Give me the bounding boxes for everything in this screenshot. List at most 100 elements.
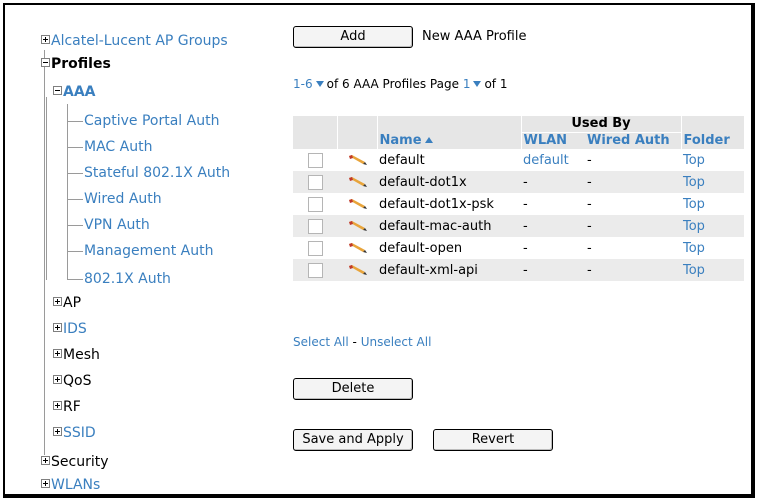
row-checkbox[interactable] <box>307 152 323 168</box>
tree-connector <box>44 65 45 455</box>
profile-name: default-mac-auth <box>377 215 521 237</box>
tree-item-security[interactable]: Security <box>41 454 109 471</box>
tree-item-ssid[interactable]: SSID <box>53 425 96 442</box>
table-row: default default - Top <box>293 149 744 171</box>
tree-connector <box>46 97 47 280</box>
wired-auth-value: - <box>587 152 592 168</box>
row-checkbox[interactable] <box>307 196 323 212</box>
row-checkbox[interactable] <box>307 218 323 234</box>
tree-connector <box>67 225 83 226</box>
edit-pencil-icon[interactable] <box>347 199 367 209</box>
select-all-link[interactable]: Select All <box>293 335 349 349</box>
row-checkbox[interactable] <box>307 262 323 278</box>
wlan-value: - <box>523 240 528 256</box>
folder-link[interactable]: Top <box>681 237 744 259</box>
wired-auth-value: - <box>585 259 681 281</box>
tree-item-stateful-8021x-auth[interactable]: Stateful 802.1X Auth <box>84 165 230 182</box>
add-button[interactable]: Add <box>293 26 413 48</box>
expand-icon[interactable] <box>53 401 62 410</box>
aaa-profiles-table: Used By Name WLAN Wired Auth Folder defa… <box>293 116 744 281</box>
folder-link[interactable]: Top <box>681 149 744 171</box>
table-row: default-xml-api - - Top <box>293 259 744 281</box>
table-row: default-dot1x-psk - - Top <box>293 193 744 215</box>
sort-ascending-icon[interactable] <box>424 137 433 143</box>
tree-item-8021x-auth[interactable]: 802.1X Auth <box>84 271 171 288</box>
tree-item-wired-auth[interactable]: Wired Auth <box>84 191 162 208</box>
main-frame: Alcatel-Lucent AP Groups Profiles AAA Ca… <box>3 3 755 498</box>
tree-item-ap-groups[interactable]: Alcatel-Lucent AP Groups <box>41 33 228 50</box>
expand-icon[interactable] <box>53 375 62 384</box>
tree-item-captive-portal-auth[interactable]: Captive Portal Auth <box>84 113 219 130</box>
table-header-row: Used By <box>293 116 744 149</box>
wlan-value: - <box>521 171 585 193</box>
table-row: default-dot1x - - Top <box>293 171 744 193</box>
wired-auth-value: - <box>587 196 592 212</box>
row-checkbox[interactable] <box>307 174 323 190</box>
wlan-value: - <box>521 259 585 281</box>
tree-item-management-auth[interactable]: Management Auth <box>84 243 214 260</box>
profile-name: default <box>379 152 425 168</box>
edit-pencil-icon[interactable] <box>347 243 367 253</box>
expand-icon[interactable] <box>53 297 62 306</box>
tree-item-vpn-auth[interactable]: VPN Auth <box>84 217 150 234</box>
folder-column-header: Folder <box>680 132 744 149</box>
tree-connector <box>67 279 83 280</box>
wlan-value: - <box>521 215 585 237</box>
edit-pencil-icon[interactable] <box>347 155 367 165</box>
pager: 1-6 of 6 AAA Profiles Page 1 of 1 <box>293 77 508 91</box>
collapse-icon[interactable] <box>53 86 62 95</box>
tree-item-ap[interactable]: AP <box>53 295 81 312</box>
profile-name: default-open <box>379 240 463 256</box>
wlan-link[interactable]: default <box>521 149 585 171</box>
tree-item-wlans[interactable]: WLANs <box>41 477 100 494</box>
tree-connector <box>67 251 83 252</box>
folder-link[interactable]: Top <box>681 193 744 215</box>
profile-name: default-dot1x-psk <box>379 196 494 212</box>
name-column-header[interactable]: Name <box>377 132 522 149</box>
tree-item-profiles[interactable]: Profiles <box>41 56 111 73</box>
tree-item-aaa[interactable]: AAA <box>53 84 96 101</box>
profile-name: default-xml-api <box>377 259 521 281</box>
edit-pencil-icon[interactable] <box>347 265 367 275</box>
tree-connector <box>67 147 83 148</box>
wlan-value: - <box>523 196 528 212</box>
unselect-all-link[interactable]: Unselect All <box>361 335 432 349</box>
selection-links: Select All - Unselect All <box>293 335 432 349</box>
expand-icon[interactable] <box>53 323 62 332</box>
wired-auth-value: - <box>587 240 592 256</box>
page-dropdown-icon[interactable] <box>473 81 482 87</box>
expand-icon[interactable] <box>41 456 50 465</box>
expand-icon[interactable] <box>41 479 50 488</box>
tree-item-qos[interactable]: QoS <box>53 373 91 390</box>
tree-item-mesh[interactable]: Mesh <box>53 347 100 364</box>
edit-pencil-icon[interactable] <box>347 177 367 187</box>
expand-icon[interactable] <box>53 349 62 358</box>
used-by-header: Used By <box>521 116 681 133</box>
wired-auth-value: - <box>585 171 681 193</box>
range-dropdown-icon[interactable] <box>315 81 324 87</box>
range-selector[interactable]: 1-6 <box>293 77 313 91</box>
navigation-tree: Alcatel-Lucent AP Groups Profiles AAA Ca… <box>5 5 285 494</box>
folder-link[interactable]: Top <box>681 215 744 237</box>
tree-item-ids[interactable]: IDS <box>53 321 87 338</box>
tree-item-mac-auth[interactable]: MAC Auth <box>84 139 152 156</box>
folder-link[interactable]: Top <box>681 171 744 193</box>
revert-button[interactable]: Revert <box>433 429 553 451</box>
collapse-icon[interactable] <box>41 58 50 67</box>
tree-connector <box>67 173 83 174</box>
profile-name: default-dot1x <box>377 171 521 193</box>
table-row: default-mac-auth - - Top <box>293 215 744 237</box>
tree-connector <box>67 121 83 122</box>
expand-icon[interactable] <box>53 427 62 436</box>
page-selector[interactable]: 1 <box>463 77 471 91</box>
save-and-apply-button[interactable]: Save and Apply <box>293 429 413 451</box>
tree-connector <box>67 104 68 280</box>
wired-auth-column-header: Wired Auth <box>585 132 681 149</box>
delete-button[interactable]: Delete <box>293 378 413 400</box>
tree-item-rf[interactable]: RF <box>53 399 81 416</box>
folder-link[interactable]: Top <box>681 259 744 281</box>
edit-pencil-icon[interactable] <box>347 221 367 231</box>
tree-connector <box>67 199 83 200</box>
expand-icon[interactable] <box>41 35 50 44</box>
row-checkbox[interactable] <box>307 240 323 256</box>
